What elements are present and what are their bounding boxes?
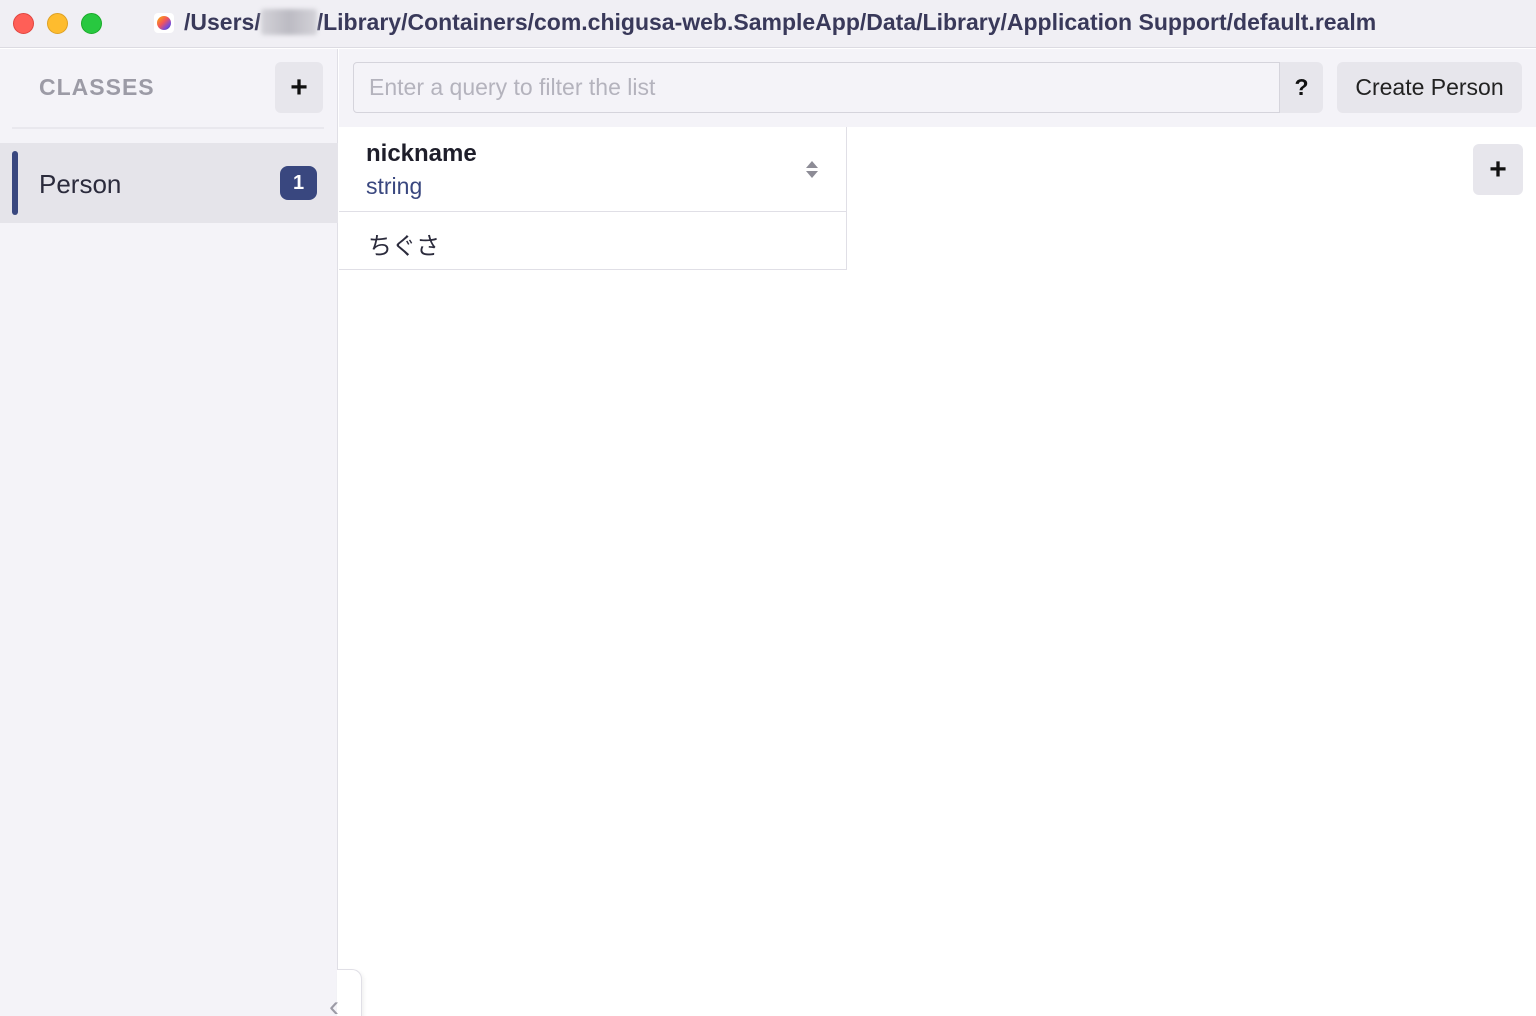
sidebar-item-person[interactable]: Person 1 bbox=[0, 143, 338, 223]
window-close-button[interactable] bbox=[13, 13, 34, 34]
column-header-nickname[interactable]: nickname string bbox=[339, 127, 847, 212]
add-property-button[interactable]: + bbox=[1473, 144, 1523, 195]
title-bar: /Users/ /Library/Containers/com.chigusa-w… bbox=[0, 0, 1536, 48]
query-help-button[interactable]: ? bbox=[1280, 62, 1323, 113]
column-type: string bbox=[366, 173, 423, 199]
window-zoom-button[interactable] bbox=[81, 13, 102, 34]
objects-table: nickname string ちぐさ bbox=[339, 127, 847, 270]
class-name: Person bbox=[39, 169, 122, 199]
window-minimize-button[interactable] bbox=[47, 13, 68, 34]
realm-app-icon bbox=[154, 13, 174, 33]
toolbar: ? Create Person bbox=[339, 49, 1536, 127]
table-cell[interactable]: ちぐさ bbox=[368, 226, 440, 261]
class-count-badge: 1 bbox=[280, 166, 317, 200]
create-person-button[interactable]: Create Person bbox=[1337, 62, 1522, 113]
classes-title: CLASSES bbox=[39, 74, 155, 100]
sidebar-header: CLASSES + bbox=[0, 49, 338, 129]
window-title-prefix: /Users/ bbox=[184, 9, 261, 35]
redacted-username bbox=[260, 9, 317, 35]
window-title-suffix: /Library/Containers/com.chigusa-web.Samp… bbox=[316, 9, 1377, 35]
query-input[interactable] bbox=[353, 62, 1280, 113]
column-name: nickname bbox=[366, 140, 477, 167]
sidebar-divider bbox=[12, 127, 324, 129]
chevron-left-icon: ‹ bbox=[329, 990, 339, 1016]
window-title: /Users/ /Library/Containers/com.chigusa-w… bbox=[184, 9, 1376, 36]
collapse-sidebar-button[interactable]: ‹ bbox=[329, 969, 362, 1016]
table-row[interactable]: ちぐさ bbox=[339, 212, 847, 270]
selected-indicator bbox=[12, 151, 18, 215]
add-class-button[interactable]: + bbox=[275, 62, 323, 113]
sort-icon[interactable] bbox=[806, 161, 818, 179]
sidebar: CLASSES + Person 1 ‹ bbox=[0, 49, 362, 1016]
